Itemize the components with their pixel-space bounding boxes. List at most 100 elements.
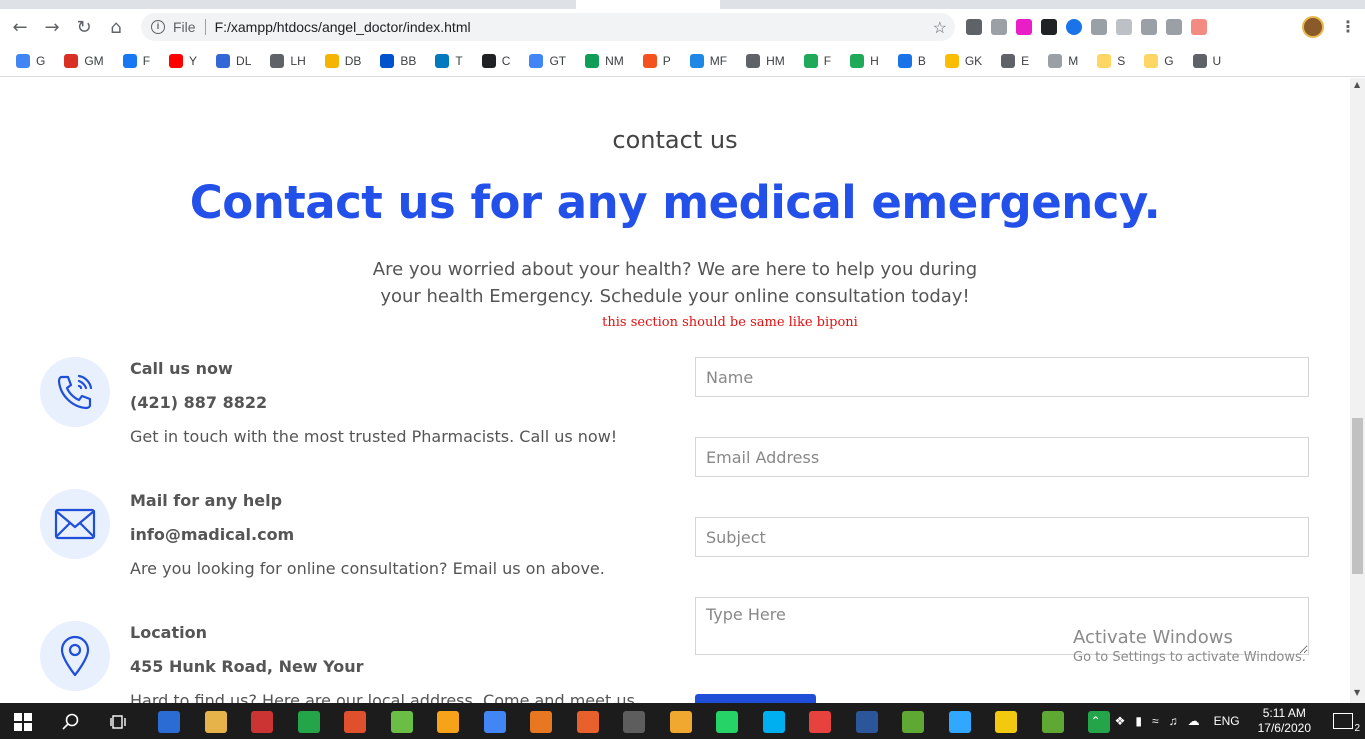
- extensions-area: [966, 13, 1207, 41]
- battery-icon[interactable]: ▮: [1135, 714, 1142, 728]
- bookmark-item[interactable]: GM: [64, 53, 104, 68]
- name-input[interactable]: [695, 357, 1309, 397]
- bookmark-item[interactable]: Y: [169, 53, 197, 68]
- volume-icon[interactable]: ♫: [1169, 714, 1178, 728]
- scroll-up-icon[interactable]: ▲: [1354, 80, 1360, 89]
- taskbar-app-icon[interactable]: [158, 711, 180, 733]
- language-indicator[interactable]: ENG: [1214, 714, 1240, 728]
- bookmark-label: G: [36, 53, 46, 68]
- chevron-up-icon[interactable]: ⌃: [1091, 714, 1101, 728]
- submit-button[interactable]: [695, 694, 816, 703]
- watermark-title: Activate Windows: [1073, 627, 1233, 648]
- taskbar-app-icon[interactable]: [297, 711, 320, 733]
- taskbar-app-icon[interactable]: [576, 711, 599, 733]
- dropbox-icon[interactable]: ❖: [1115, 714, 1126, 728]
- active-tab[interactable]: [576, 0, 720, 9]
- bookmark-item[interactable]: G: [16, 53, 46, 68]
- bookmark-item[interactable]: P: [642, 53, 671, 68]
- taskbar-app-icon[interactable]: [809, 711, 831, 733]
- bookmark-item[interactable]: GT: [529, 53, 566, 68]
- bookmark-item[interactable]: DL: [216, 53, 251, 68]
- scrollbar-thumb[interactable]: [1352, 418, 1363, 574]
- extension-icon[interactable]: [1066, 19, 1082, 35]
- taskbar-app-icon[interactable]: [948, 711, 971, 733]
- menu-kebab-icon[interactable]: ⋮: [1340, 17, 1356, 36]
- drive-icon[interactable]: [991, 19, 1007, 35]
- bookmark-item[interactable]: M: [1048, 53, 1078, 68]
- extension-icon[interactable]: [1166, 19, 1182, 35]
- bookmark-item[interactable]: GK: [944, 53, 982, 68]
- bookmark-label: H: [870, 53, 879, 68]
- bookmark-item[interactable]: F: [122, 53, 150, 68]
- bookmark-favicon-icon: [380, 53, 395, 68]
- extension-icon[interactable]: [1041, 19, 1057, 35]
- contact-item-phone: Call us now (421) 887 8822 Get in touch …: [40, 357, 660, 487]
- wifi-icon[interactable]: ≈: [1152, 714, 1159, 728]
- extension-icon[interactable]: [1191, 19, 1207, 35]
- reload-icon[interactable]: ↻: [68, 11, 100, 43]
- back-icon[interactable]: ←: [4, 11, 36, 43]
- address-bar[interactable]: i File F:/xampp/htdocs/angel_doctor/inde…: [141, 13, 955, 41]
- profile-avatar[interactable]: [1302, 16, 1324, 38]
- url-text[interactable]: F:/xampp/htdocs/angel_doctor/index.html: [215, 19, 471, 35]
- bookmark-item[interactable]: NM: [585, 53, 624, 68]
- bookmark-star-icon[interactable]: ☆: [933, 18, 947, 38]
- notification-icon[interactable]: 2: [1333, 713, 1360, 734]
- bookmark-item[interactable]: F: [803, 53, 831, 68]
- bookmark-favicon-icon: [1048, 53, 1063, 68]
- email-input[interactable]: [695, 437, 1309, 477]
- taskbar-app-icon[interactable]: [623, 711, 645, 733]
- bookmark-item[interactable]: E: [1001, 53, 1029, 68]
- home-icon[interactable]: ⌂: [100, 11, 132, 43]
- bookmark-item[interactable]: B: [897, 53, 926, 68]
- extension-icon[interactable]: [966, 19, 982, 35]
- taskbar-app-icon[interactable]: [204, 711, 227, 733]
- bookmark-item[interactable]: LH: [270, 53, 306, 68]
- scroll-down-icon[interactable]: ▼: [1354, 688, 1360, 697]
- bookmark-favicon-icon: [529, 53, 544, 68]
- bookmark-favicon-icon: [746, 53, 761, 68]
- bookmark-favicon-icon: [1001, 53, 1016, 68]
- subject-input[interactable]: [695, 517, 1309, 557]
- taskbar-app-icon[interactable]: [995, 711, 1017, 733]
- bookmark-favicon-icon: [481, 53, 496, 68]
- camera-icon[interactable]: [1141, 19, 1157, 35]
- taskbar-app-icon[interactable]: [669, 711, 692, 733]
- forward-icon[interactable]: →: [36, 11, 68, 43]
- bookmark-item[interactable]: U: [1192, 53, 1221, 68]
- taskbar-app-icon[interactable]: [1041, 711, 1064, 733]
- clock[interactable]: 5:11 AM 17/6/2020: [1258, 706, 1311, 736]
- search-icon[interactable]: [62, 713, 80, 731]
- taskbar-app-icon[interactable]: [902, 711, 924, 733]
- page-scrollbar[interactable]: ▲ ▼: [1350, 78, 1365, 703]
- bookmark-item[interactable]: DB: [324, 53, 361, 68]
- email-address[interactable]: info@madical.com: [130, 525, 294, 544]
- bookmark-item[interactable]: H: [850, 53, 879, 68]
- bookmark-item[interactable]: T: [435, 53, 463, 68]
- bookmark-item[interactable]: BB: [380, 53, 416, 68]
- taskbar-app-icon[interactable]: [762, 711, 785, 733]
- bookmark-item[interactable]: HM: [746, 53, 785, 68]
- extension-icon[interactable]: [1016, 19, 1032, 35]
- bookmark-favicon-icon: [585, 53, 600, 68]
- bookmark-item[interactable]: G: [1144, 53, 1174, 68]
- mail-icon: [40, 489, 110, 559]
- taskbar-app-icon[interactable]: [530, 711, 552, 733]
- taskbar-app-icon[interactable]: [716, 711, 738, 733]
- taskbar-app-icon[interactable]: [390, 711, 413, 733]
- onedrive-icon[interactable]: ☁: [1188, 714, 1200, 728]
- bookmark-item[interactable]: S: [1097, 53, 1125, 68]
- taskbar-app-icon[interactable]: [483, 711, 506, 733]
- bookmark-item[interactable]: C: [481, 53, 510, 68]
- windows-start-icon[interactable]: [14, 713, 32, 731]
- extension-icon[interactable]: [1091, 19, 1107, 35]
- taskbar-app-icon[interactable]: [437, 711, 459, 733]
- taskbar-app-icon[interactable]: [344, 711, 366, 733]
- taskbar-app-icon[interactable]: [251, 711, 273, 733]
- taskbar-app-icon[interactable]: [855, 711, 878, 733]
- task-view-icon[interactable]: [110, 713, 128, 731]
- info-icon[interactable]: i: [151, 20, 165, 34]
- bookmark-item[interactable]: MF: [689, 53, 727, 68]
- extension-icon[interactable]: [1116, 19, 1132, 35]
- phone-number[interactable]: (421) 887 8822: [130, 393, 267, 412]
